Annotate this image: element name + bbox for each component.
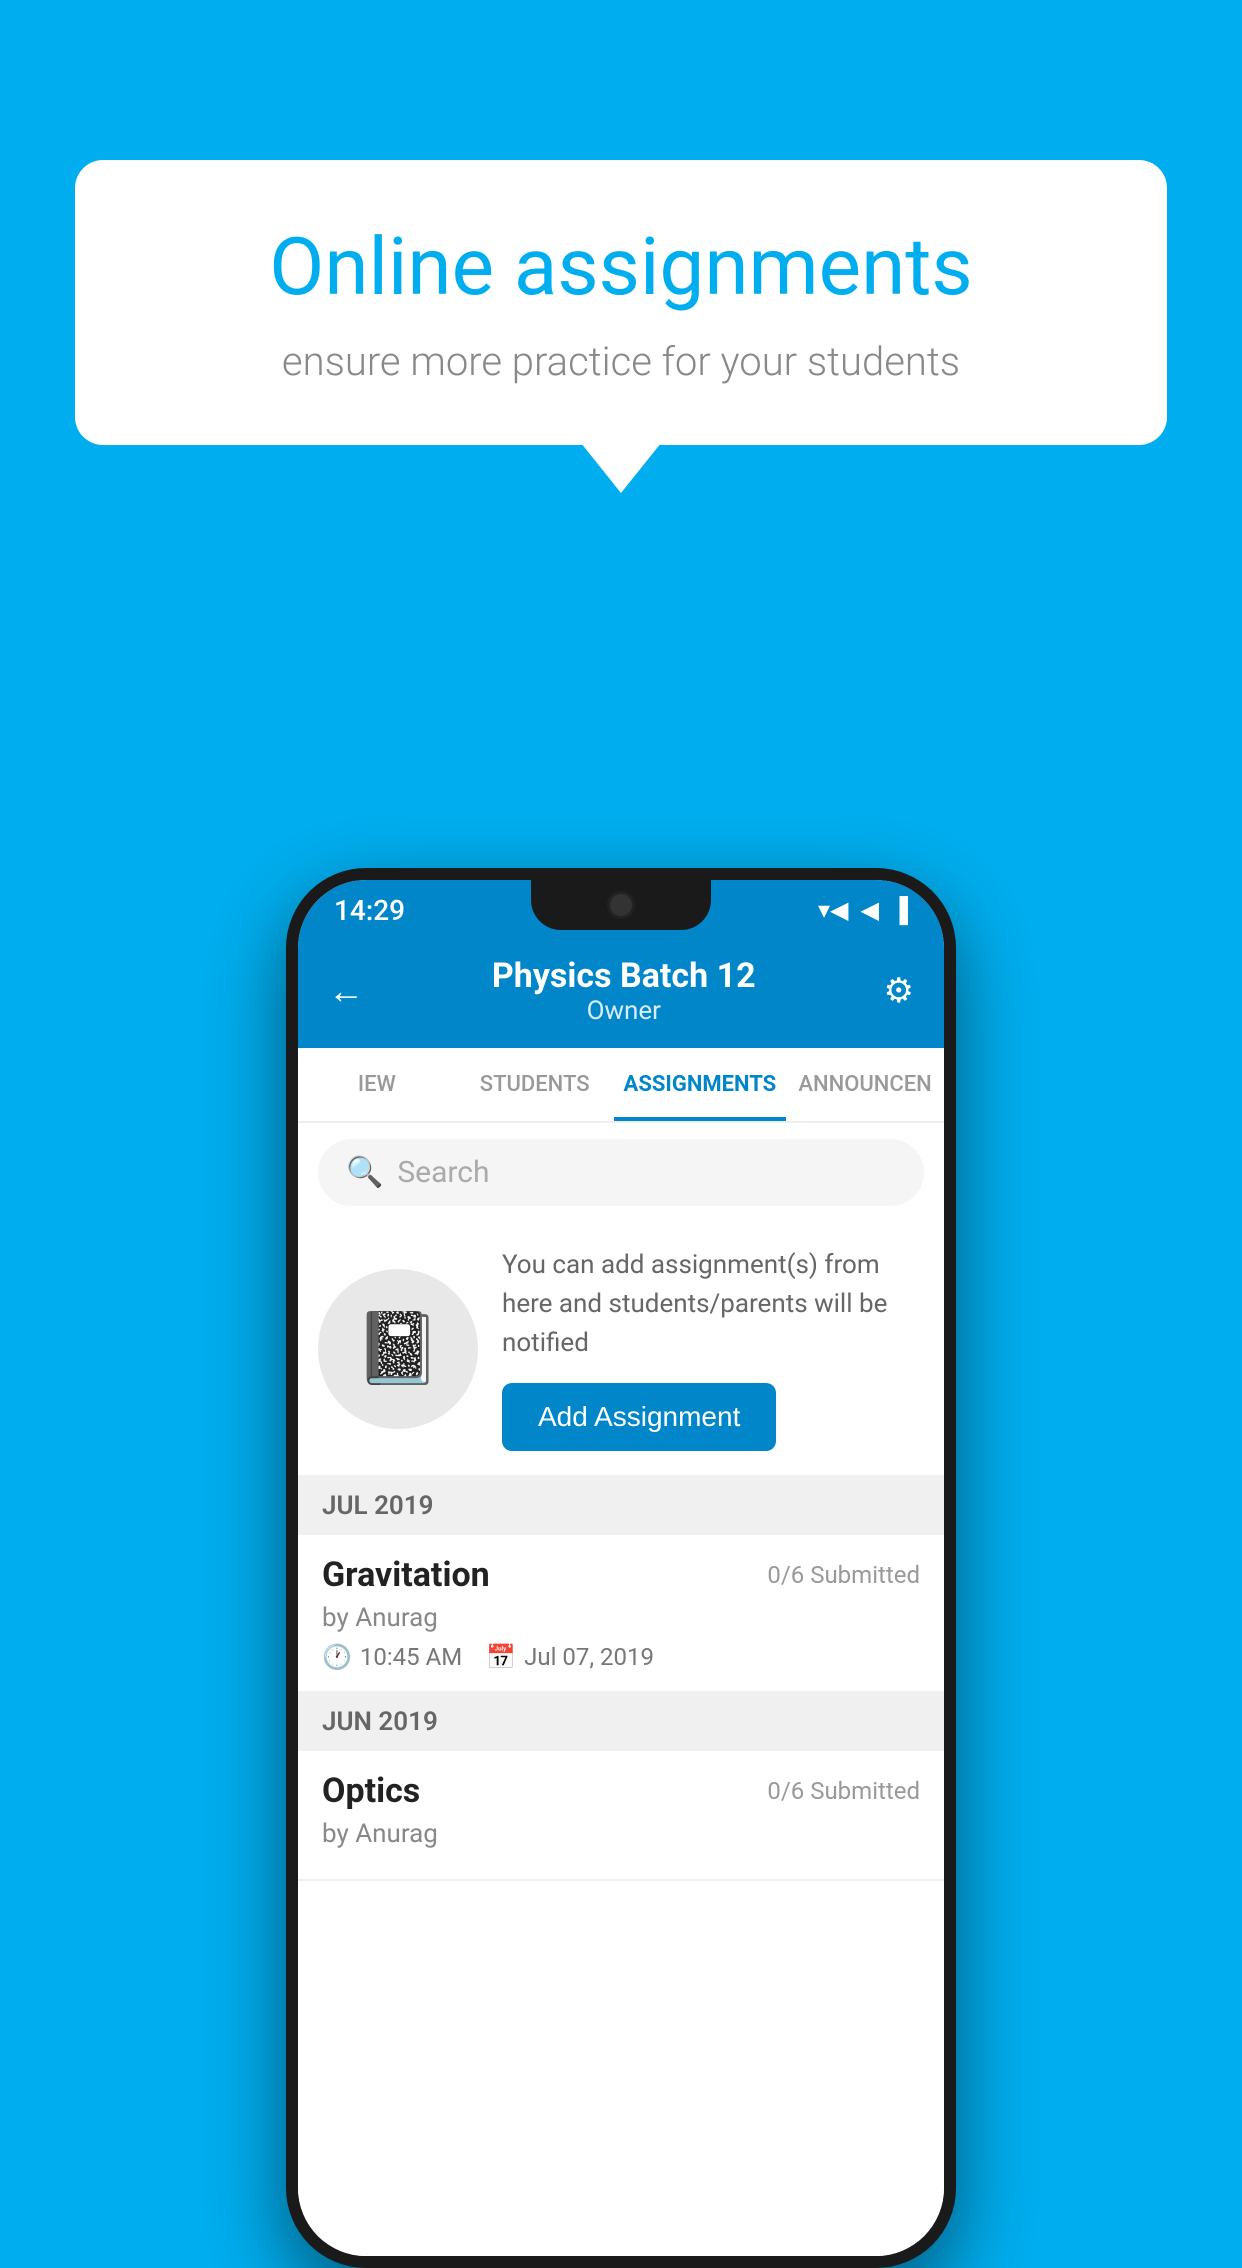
settings-icon[interactable]: ⚙: [884, 971, 914, 1011]
tab-students[interactable]: STUDENTS: [456, 1048, 614, 1121]
search-container: 🔍 Search: [298, 1123, 944, 1222]
tab-iew[interactable]: IEW: [298, 1048, 456, 1121]
speech-bubble-container: Online assignments ensure more practice …: [75, 160, 1167, 445]
assignment-time-gravitation: 🕐 10:45 AM: [322, 1643, 462, 1671]
batch-title: Physics Batch 12: [492, 956, 756, 996]
promo-description: You can add assignment(s) from here and …: [502, 1246, 924, 1363]
search-icon: 🔍: [346, 1155, 383, 1190]
assignment-submitted-optics: 0/6 Submitted: [767, 1777, 920, 1805]
content-area: 🔍 Search 📓 You can add assignment(s) fro…: [298, 1123, 944, 2256]
add-assignment-promo: 📓 You can add assignment(s) from here an…: [298, 1222, 944, 1477]
speech-bubble: Online assignments ensure more practice …: [75, 160, 1167, 445]
back-button[interactable]: ←: [328, 970, 364, 1012]
section-header-jul: JUL 2019: [298, 1477, 944, 1535]
status-icons: ▾◀ ◀ ▐: [818, 896, 908, 925]
notebook-icon: 📓: [354, 1308, 441, 1390]
assignment-title-gravitation: Gravitation: [322, 1555, 490, 1595]
assignment-date-gravitation: 📅 Jul 07, 2019: [486, 1643, 654, 1671]
calendar-icon: 📅: [486, 1643, 516, 1671]
assignment-title-optics: Optics: [322, 1771, 420, 1811]
header-title-group: Physics Batch 12 Owner: [492, 956, 756, 1026]
tabs-bar: IEW STUDENTS ASSIGNMENTS ANNOUNCEN: [298, 1048, 944, 1123]
speech-bubble-subtitle: ensure more practice for your students: [145, 338, 1097, 385]
batch-subtitle: Owner: [492, 996, 756, 1026]
battery-icon: ▐: [891, 896, 908, 925]
assignment-author-gravitation: by Anurag: [322, 1603, 920, 1633]
signal-icon: ◀: [861, 896, 879, 924]
wifi-icon: ▾◀: [818, 896, 849, 924]
assignment-submitted-gravitation: 0/6 Submitted: [767, 1561, 920, 1589]
assignment-author-optics: by Anurag: [322, 1819, 920, 1849]
section-header-jun: JUN 2019: [298, 1693, 944, 1751]
promo-text-area: You can add assignment(s) from here and …: [502, 1246, 924, 1451]
search-bar[interactable]: 🔍 Search: [318, 1139, 924, 1206]
assignment-top-row: Gravitation 0/6 Submitted: [322, 1555, 920, 1595]
phone-notch: [531, 880, 711, 930]
phone-screen: 14:29 ▾◀ ◀ ▐ ← Physics Batch 12 Owner ⚙ …: [298, 880, 944, 2256]
promo-icon-circle: 📓: [318, 1269, 478, 1429]
speech-bubble-title: Online assignments: [145, 220, 1097, 314]
phone-frame: 14:29 ▾◀ ◀ ▐ ← Physics Batch 12 Owner ⚙ …: [286, 868, 956, 2268]
search-placeholder: Search: [397, 1155, 489, 1190]
app-header: ← Physics Batch 12 Owner ⚙: [298, 940, 944, 1048]
add-assignment-button[interactable]: Add Assignment: [502, 1383, 776, 1451]
phone-camera: [607, 891, 635, 919]
tab-announcements[interactable]: ANNOUNCEN: [786, 1048, 944, 1121]
assignment-meta-gravitation: 🕐 10:45 AM 📅 Jul 07, 2019: [322, 1643, 920, 1671]
assignment-item-optics[interactable]: Optics 0/6 Submitted by Anurag: [298, 1751, 944, 1881]
tab-assignments[interactable]: ASSIGNMENTS: [614, 1048, 787, 1121]
clock-icon: 🕐: [322, 1643, 352, 1671]
assignment-top-row-optics: Optics 0/6 Submitted: [322, 1771, 920, 1811]
assignment-item-gravitation[interactable]: Gravitation 0/6 Submitted by Anurag 🕐 10…: [298, 1535, 944, 1693]
status-time: 14:29: [334, 894, 405, 927]
